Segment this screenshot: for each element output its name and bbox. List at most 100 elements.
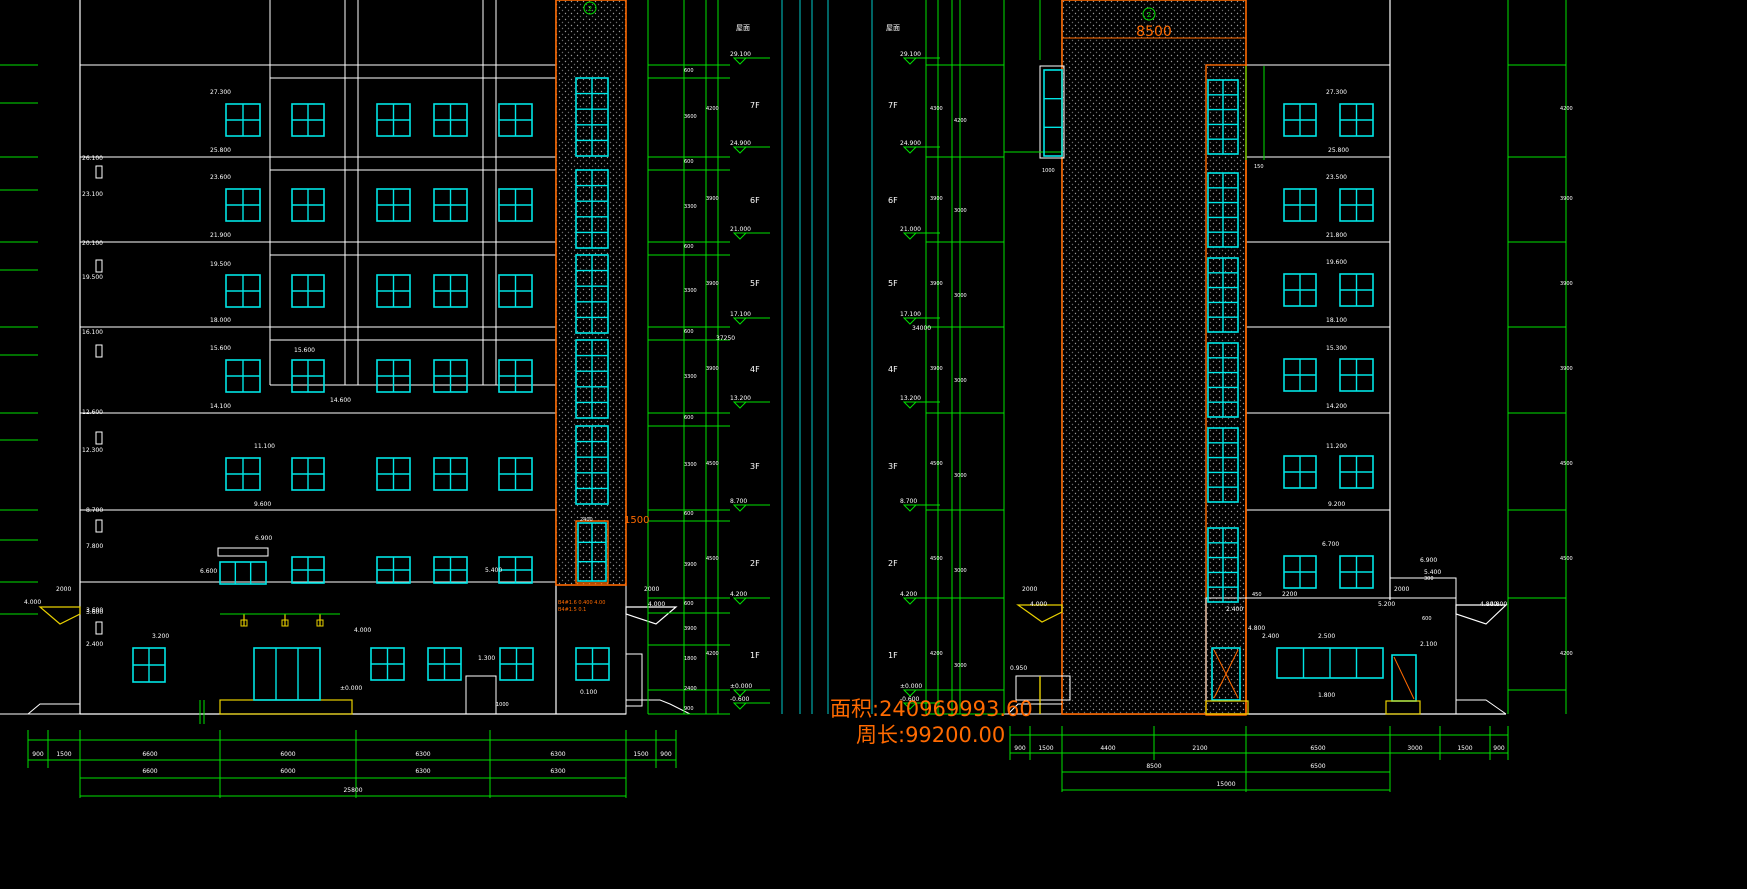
dim-text-vertical: 3900	[930, 281, 943, 287]
facade-window	[1283, 358, 1317, 392]
floor-label: 2F	[888, 559, 898, 568]
dim-text-vertical: 3300	[684, 288, 697, 294]
marker-box	[95, 621, 103, 635]
dim-text-vertical: 3600	[684, 114, 697, 120]
door-swing	[1393, 656, 1415, 700]
window-frame	[1043, 69, 1063, 157]
facade-window	[498, 359, 533, 393]
dim-bottom: 3000	[1407, 745, 1422, 752]
dim-total-right: 34000	[912, 325, 931, 332]
level-label: 8.700	[900, 498, 917, 505]
dim-text-vertical: 600	[684, 601, 694, 607]
axis-label: 2	[1147, 11, 1151, 19]
facade-window	[291, 457, 325, 491]
floor-label: 3F	[888, 462, 898, 471]
dim-bottom: 900	[1493, 745, 1505, 752]
ground-window	[499, 647, 534, 681]
dim-text-vertical: 3900	[684, 626, 697, 632]
window-level-label: 3.200	[152, 633, 169, 640]
dim-text-vertical: 3900	[684, 562, 697, 568]
dim-bottom: 8500	[1146, 763, 1161, 770]
level-marker	[732, 401, 748, 409]
shop-window	[219, 561, 267, 585]
dim-bottom: 1500	[633, 751, 648, 758]
level-label: 4.200	[900, 591, 917, 598]
level-label: 21.000	[900, 226, 921, 233]
perimeter-readout: 周长:99200.00	[856, 723, 1005, 747]
facade-window	[1339, 188, 1374, 222]
dim-text-vertical: 1800	[684, 656, 697, 662]
dim-bottom: 900	[660, 751, 672, 758]
window-level-label: 14.200	[1326, 403, 1347, 410]
dim-2000: 2000	[644, 586, 659, 593]
dim-bottom: 6000	[280, 768, 295, 775]
level-marker	[902, 504, 918, 512]
dim-bottom: 1500	[1457, 745, 1472, 752]
floor-label: 1F	[888, 651, 898, 660]
dim-text-vertical: 3300	[684, 462, 697, 468]
window-level-label: 23.600	[210, 174, 231, 181]
dim-text-vertical: 600	[684, 159, 694, 165]
dim-text-vertical: 600	[684, 415, 694, 421]
dim-text-vertical: 3900	[1560, 281, 1573, 287]
window-level-label: ±0.000	[340, 685, 362, 692]
left-level-label: 23.100	[82, 191, 103, 198]
level-marker	[902, 232, 918, 240]
dim-bottom: 6300	[415, 768, 430, 775]
window-level-label: 21.900	[210, 232, 231, 239]
facade-window	[498, 556, 533, 584]
left-level-label: 7.800	[86, 543, 103, 550]
cad-drawing-canvas[interactable]: 29.100 24.900 21.000 17.100 13.200 8.700 4.200…	[0, 0, 1747, 889]
facade-window	[433, 556, 468, 584]
window-level-label: 1.800	[1318, 692, 1335, 699]
level-label: -0.600	[900, 696, 920, 703]
dim-text-vertical: 4200	[930, 651, 943, 657]
window-level-label: 0.950	[1010, 665, 1027, 672]
level-label: 4.800	[1248, 625, 1265, 632]
level-label: 4.200	[730, 591, 747, 598]
floor-label: 7F	[750, 101, 760, 110]
window-level-label: 2.500	[1318, 633, 1335, 640]
facade-window	[376, 556, 411, 584]
window-frame	[219, 561, 267, 585]
facade-window	[1283, 273, 1317, 307]
canopy-small	[217, 547, 269, 557]
facade-window	[1283, 103, 1317, 137]
window-level-label: 6.600	[200, 568, 217, 575]
dim-bottom-total: 25800	[343, 787, 362, 794]
level-marker	[732, 597, 748, 605]
dim-text-vertical: 600	[684, 244, 694, 250]
left-level-label: 3.600	[86, 609, 103, 616]
dim-bottom-total: 15000	[1216, 781, 1235, 788]
level-marker	[902, 597, 918, 605]
window-level-label: 19.500	[210, 261, 231, 268]
facade-window	[376, 103, 411, 137]
level-marker	[732, 57, 748, 65]
facade-window	[498, 457, 533, 491]
marker-box	[95, 431, 103, 445]
dim-text-vertical: 4500	[930, 461, 943, 467]
window-level-label: 27.300	[1326, 89, 1347, 96]
dim-text-vertical: 4200	[1560, 651, 1573, 657]
level-marker	[902, 317, 918, 325]
window-level-label: 21.800	[1326, 232, 1347, 239]
dim-text-vertical: 3300	[684, 374, 697, 380]
level-label: ±0.000	[900, 683, 922, 690]
window-level-label: 11.200	[1326, 443, 1347, 450]
dim-text-vertical: 2400	[684, 686, 697, 692]
dim-text-vertical: 600	[684, 68, 694, 74]
bay-window	[1043, 69, 1063, 157]
floor-label: 2F	[750, 559, 760, 568]
level-label: 17.100	[730, 311, 751, 318]
left-level-label: 12.300	[82, 447, 103, 454]
floor-label: 5F	[888, 279, 898, 288]
level-label: 13.200	[730, 395, 751, 402]
level-marker	[732, 317, 748, 325]
facade-window	[291, 188, 325, 222]
floor-label: 3F	[750, 462, 760, 471]
floor-label: 6F	[750, 196, 760, 205]
ground-window-strip	[1276, 647, 1384, 679]
dim-text-vertical: 4200	[706, 106, 719, 112]
dim-text-vertical: 3000	[954, 663, 967, 669]
left-level-label: 4.000	[24, 599, 41, 606]
